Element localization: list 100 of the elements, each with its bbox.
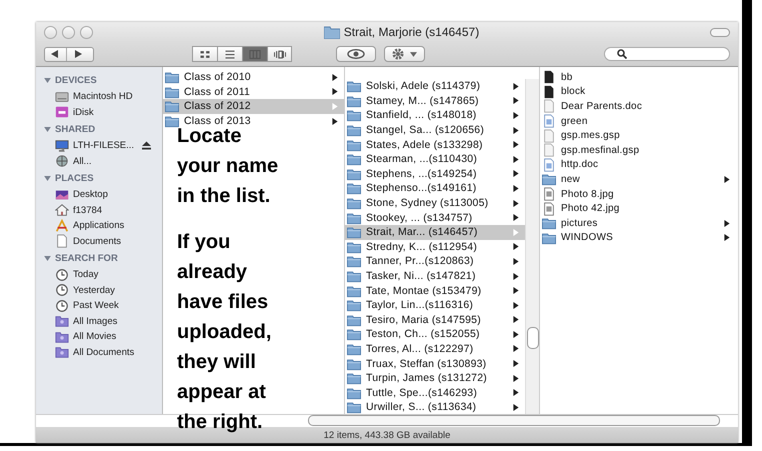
sidebar-item[interactable]: iDisk bbox=[36, 104, 162, 120]
sidebar-section-heading[interactable]: SEARCH FOR bbox=[36, 249, 162, 267]
zoom-button[interactable] bbox=[80, 26, 93, 38]
folder-icon bbox=[347, 342, 361, 356]
view-coverflow-button[interactable] bbox=[267, 46, 292, 62]
file-list-item[interactable]: Stredny, K... (s112954) bbox=[345, 240, 525, 254]
sidebar-item[interactable]: Documents bbox=[36, 234, 162, 249]
clock-icon bbox=[55, 298, 69, 313]
folder-icon bbox=[347, 152, 361, 166]
action-menu-button[interactable] bbox=[384, 46, 425, 62]
file-list-item[interactable]: Tanner, Pr...(s120863) bbox=[345, 254, 525, 269]
sidebar-section-heading[interactable]: DEVICES bbox=[36, 71, 162, 89]
sidebar-item[interactable]: All Documents bbox=[36, 344, 162, 360]
file-list-item[interactable]: gsp.mes.gsp bbox=[540, 128, 736, 143]
file-list-item[interactable]: Class of 2011 bbox=[163, 84, 344, 100]
toolbar-toggle-button[interactable] bbox=[710, 28, 730, 36]
view-list-button[interactable] bbox=[217, 46, 242, 62]
file-list-item[interactable]: Tasker, Ni... (s147821) bbox=[345, 268, 525, 284]
file-list-item[interactable]: Photo 8.jpg bbox=[540, 186, 736, 202]
sidebar-item[interactable]: All Images bbox=[36, 314, 162, 329]
file-list-item[interactable]: Solski, Adele (s114379) bbox=[345, 79, 525, 94]
folder-icon bbox=[542, 216, 556, 230]
file-list-item[interactable]: Class of 2010 bbox=[163, 70, 344, 85]
sidebar-item[interactable]: LTH-FILESE... bbox=[36, 138, 162, 154]
file-list-item[interactable]: Tate, Montae (s153479) bbox=[345, 283, 525, 298]
horizontal-scrollbar[interactable] bbox=[308, 415, 720, 426]
file-list-item[interactable]: WINDOWS bbox=[540, 230, 736, 246]
folder-icon bbox=[347, 240, 361, 254]
folder-icon bbox=[347, 327, 361, 342]
file-list-item[interactable]: Taylor, Lin...(s116316) bbox=[345, 298, 525, 312]
columns-icon bbox=[249, 50, 261, 58]
folder-icon bbox=[347, 225, 361, 240]
smart-folder-icon bbox=[55, 330, 69, 344]
file-list-item[interactable]: Dear Parents.doc bbox=[540, 99, 736, 114]
cover-flow-icon bbox=[274, 50, 286, 58]
folder-icon bbox=[347, 166, 361, 181]
folder-icon bbox=[347, 181, 361, 196]
eject-icon[interactable] bbox=[142, 141, 152, 150]
image-document-icon bbox=[542, 187, 556, 202]
file-list-item[interactable]: Photo 42.jpg bbox=[540, 201, 736, 216]
grid-icon bbox=[199, 50, 211, 58]
sidebar-item[interactable]: Today bbox=[36, 267, 162, 282]
file-list-item[interactable]: bb bbox=[540, 70, 736, 85]
file-list-item[interactable]: Stanfield, ... (s148018) bbox=[345, 108, 525, 123]
sidebar-item[interactable]: f13784 bbox=[36, 202, 162, 218]
folder-icon bbox=[542, 230, 556, 245]
folder-icon bbox=[347, 371, 361, 386]
blank-document-icon bbox=[542, 143, 556, 158]
quick-look-button[interactable] bbox=[336, 46, 376, 62]
forward-icon bbox=[74, 50, 82, 58]
file-list-item[interactable]: Tesiro, Maria (s147595) bbox=[345, 312, 525, 328]
file-list-item[interactable]: block bbox=[540, 84, 736, 100]
sidebar-item[interactable]: Yesterday bbox=[36, 282, 162, 298]
file-list-item[interactable]: Urwiller, S... (s113634) bbox=[345, 400, 525, 415]
sidebar-item[interactable]: Macintosh HD bbox=[36, 89, 162, 104]
folder-icon bbox=[347, 79, 361, 94]
file-list-item[interactable]: new bbox=[540, 172, 736, 187]
file-list-item[interactable]: Tuttle, Spe...(s146293) bbox=[345, 385, 525, 400]
house-icon bbox=[55, 203, 69, 218]
file-list-item[interactable]: States, Adele (s133298) bbox=[345, 137, 525, 152]
file-list-item[interactable]: Turpin, James (s131272) bbox=[345, 370, 525, 386]
file-list-item[interactable]: Stookey, ... (s134757) bbox=[345, 210, 525, 225]
file-list-item[interactable]: Stearman, ...(s110430) bbox=[345, 152, 525, 167]
folder-icon bbox=[165, 84, 179, 99]
file-list-item[interactable]: green bbox=[540, 114, 736, 128]
file-list-item[interactable]: Truax, Steffan (s130893) bbox=[345, 356, 525, 371]
folder-icon bbox=[165, 114, 179, 128]
sidebar-item[interactable]: Applications bbox=[36, 218, 162, 234]
folder-icon bbox=[165, 99, 179, 114]
sidebar-item[interactable]: All Movies bbox=[36, 329, 162, 344]
file-list-item[interactable]: Stephens, ...(s149254) bbox=[345, 166, 525, 182]
minimize-button[interactable] bbox=[62, 26, 75, 38]
file-list-item[interactable]: Teston, Ch... (s152055) bbox=[345, 327, 525, 342]
close-button[interactable] bbox=[44, 26, 57, 38]
instruction-text: If you already have files uploaded, they will appear at the right. bbox=[177, 230, 272, 435]
folder-icon bbox=[347, 254, 361, 268]
file-list-item[interactable]: Stamey, M... (s147865) bbox=[345, 94, 525, 108]
folder-icon bbox=[347, 298, 361, 312]
back-forward-control[interactable] bbox=[44, 46, 94, 62]
file-list-item[interactable]: Stephenso...(s149161) bbox=[345, 181, 525, 196]
file-list-item[interactable]: Stangel, Sa... (s120656) bbox=[345, 122, 525, 138]
file-list-item[interactable]: Strait, Mar... (s146457) bbox=[345, 224, 525, 240]
sidebar-section-heading[interactable]: SHARED bbox=[36, 120, 162, 138]
globe-icon bbox=[55, 154, 69, 168]
file-list-item[interactable]: pictures bbox=[540, 216, 736, 231]
sidebar-item[interactable]: All... bbox=[36, 154, 162, 169]
sidebar-section-heading[interactable]: PLACES bbox=[36, 169, 162, 187]
file-list-item[interactable]: Torres, Al... (s122297) bbox=[345, 342, 525, 356]
folder-icon bbox=[347, 123, 361, 138]
text-document-icon bbox=[542, 114, 556, 128]
file-list-item[interactable]: gsp.mesfinal.gsp bbox=[540, 142, 736, 158]
search-field[interactable] bbox=[604, 47, 730, 61]
view-icons-button[interactable] bbox=[192, 46, 217, 62]
file-list-item[interactable]: Stone, Sydney (s113005) bbox=[345, 196, 525, 210]
vertical-scrollbar[interactable] bbox=[525, 79, 539, 414]
sidebar-item[interactable]: Past Week bbox=[36, 298, 162, 314]
file-list-item[interactable]: Class of 2012 bbox=[163, 99, 344, 114]
smart-folder-icon bbox=[55, 345, 69, 360]
sidebar-item[interactable]: Desktop bbox=[36, 187, 162, 202]
file-list-item[interactable]: http.doc bbox=[540, 158, 736, 172]
